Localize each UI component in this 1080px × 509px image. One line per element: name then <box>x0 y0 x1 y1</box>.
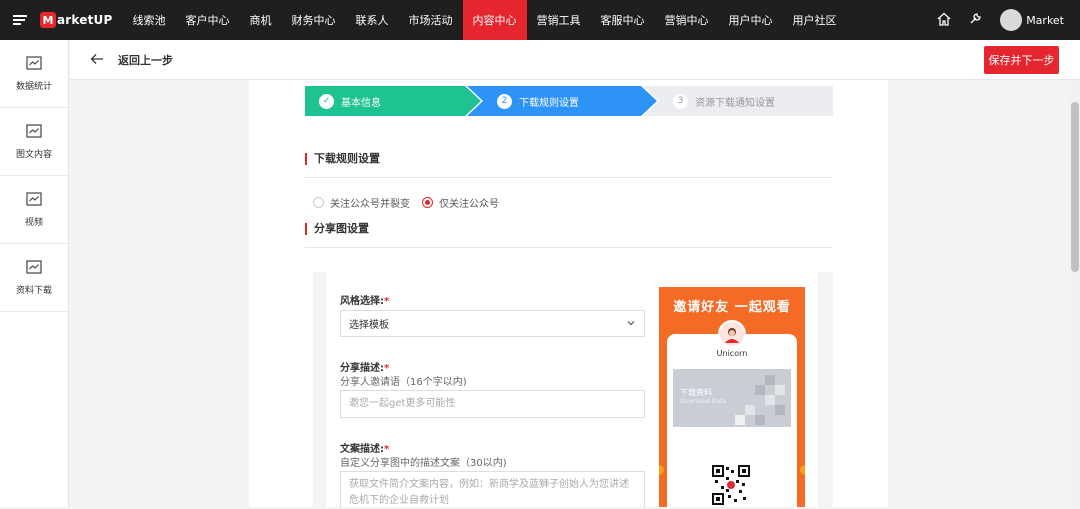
step-number: 3 <box>673 93 688 109</box>
wrench-icon[interactable] <box>969 12 982 28</box>
logo-text: arketUP <box>57 13 113 27</box>
radio-label[interactable]: 仅关注公众号 <box>439 195 499 210</box>
chart-icon <box>26 259 42 277</box>
nav-item[interactable]: 用户社区 <box>783 0 847 40</box>
logo-badge: M <box>40 12 56 28</box>
section-title-share: 分享图设置 <box>305 223 369 235</box>
style-label: 风格选择:* <box>340 296 390 307</box>
step-label: 下载规则设置 <box>519 97 579 109</box>
nav-item[interactable]: 财务中心 <box>282 0 346 40</box>
top-right-tools: Market <box>937 0 1064 40</box>
copy-desc-textarea[interactable]: 获取文件简介文案内容，例如：新商学及蓝狮子创始人为您讲述危机下的企业自救计划 <box>340 471 645 507</box>
copy-label: 文案描述:* <box>340 444 390 455</box>
poster-img-subtitle: Download Data <box>680 398 727 405</box>
save-next-button[interactable]: 保存并下一步 <box>984 46 1059 74</box>
sidebar-item-label: 图文内容 <box>15 149 52 160</box>
nav-item[interactable]: 客户中心 <box>176 0 240 40</box>
sidebar-item[interactable]: 视频 <box>0 176 68 244</box>
divider <box>305 177 833 178</box>
nav-item[interactable]: 客服中心 <box>591 0 655 40</box>
nav-item[interactable]: 市场活动 <box>399 0 463 40</box>
divider <box>305 247 833 248</box>
sub-header: 返回上一步 保存并下一步 <box>70 40 1080 80</box>
section-title-rules: 下载规则设置 <box>305 153 380 165</box>
avatar <box>1000 9 1023 31</box>
step-number: 2 <box>497 93 512 109</box>
step-notification[interactable]: 3 资源下载通知设置 <box>643 86 833 116</box>
sidebar: 数据统计图文内容视频资料下载 <box>0 40 69 507</box>
rule-radio-group: 关注公众号并裂变 仅关注公众号 <box>313 195 499 210</box>
nav-item[interactable]: 营销中心 <box>655 0 719 40</box>
radio-follow-only[interactable] <box>422 197 433 208</box>
decor-dot <box>800 465 805 475</box>
nav-item[interactable]: 联系人 <box>346 0 399 40</box>
nav-item[interactable]: 商机 <box>240 0 282 40</box>
step-download-rules[interactable]: 2 下载规则设置 <box>467 86 657 116</box>
poster-img-title: 下载资料 <box>680 388 712 397</box>
sidebar-item[interactable]: 数据统计 <box>0 40 68 108</box>
scrollbar-thumb[interactable] <box>1071 102 1079 272</box>
back-arrow-icon[interactable] <box>90 50 106 69</box>
nav-item[interactable]: 用户中心 <box>719 0 783 40</box>
chart-icon <box>26 191 42 209</box>
copy-hint: 自定义分享图中的描述文案（30以内) <box>340 458 507 469</box>
logo[interactable]: M arketUP <box>40 12 113 28</box>
home-icon[interactable] <box>937 12 951 29</box>
required-mark: * <box>384 296 390 307</box>
user-name: Market <box>1026 13 1064 27</box>
user-menu[interactable]: Market <box>1000 9 1064 31</box>
step-label: 基本信息 <box>341 97 381 109</box>
template-select[interactable]: 选择模板 <box>340 310 645 337</box>
poster-avatar <box>718 320 746 348</box>
top-nav-bar: M arketUP 线索池 客户中心 商机 财务中心 联系人 市场活动 内容中心 营销工具 客服… <box>0 0 1080 40</box>
poster-title: 邀请好友 一起观看 <box>673 300 791 315</box>
step-label: 资源下载通知设置 <box>695 97 775 109</box>
share-desc-input[interactable]: 邀您一起get更多可能性 <box>340 390 645 418</box>
check-icon: ✓ <box>319 93 334 109</box>
chevron-down-icon <box>626 318 636 331</box>
sidebar-item-label: 视频 <box>24 217 43 228</box>
sidebar-item-label: 资料下载 <box>15 285 52 296</box>
decor-dot <box>659 465 664 475</box>
hamburger-menu-icon[interactable] <box>0 0 40 40</box>
nav-item[interactable]: 营销工具 <box>527 0 591 40</box>
qr-code-icon <box>712 465 750 505</box>
back-button[interactable]: 返回上一步 <box>118 52 173 68</box>
step-progress: ✓ 基本信息 2 下载规则设置 3 资源下载通知设置 <box>305 86 833 116</box>
chart-icon <box>26 123 42 141</box>
sidebar-item[interactable]: 图文内容 <box>0 108 68 176</box>
radio-label[interactable]: 关注公众号并裂变 <box>330 195 410 210</box>
nav-item[interactable]: 内容中心 <box>462 0 527 40</box>
chart-icon <box>26 55 42 73</box>
desc-label: 分享描述:* <box>340 363 390 374</box>
desc-hint: 分享人邀请语（16个字以内) <box>340 377 467 388</box>
sidebar-item[interactable]: 资料下载 <box>0 244 68 312</box>
select-value: 选择模板 <box>349 320 389 331</box>
radio-follow-fission[interactable] <box>313 197 324 208</box>
sidebar-item-label: 数据统计 <box>15 81 52 92</box>
nav-item[interactable]: 线索池 <box>123 0 176 40</box>
poster-name: Unicorn <box>716 349 748 358</box>
main-nav: 线索池 客户中心 商机 财务中心 联系人 市场活动 内容中心 营销工具 客服中心 营销中心 用户中心… <box>123 0 847 40</box>
step-basic-info[interactable]: ✓ 基本信息 <box>305 86 481 116</box>
